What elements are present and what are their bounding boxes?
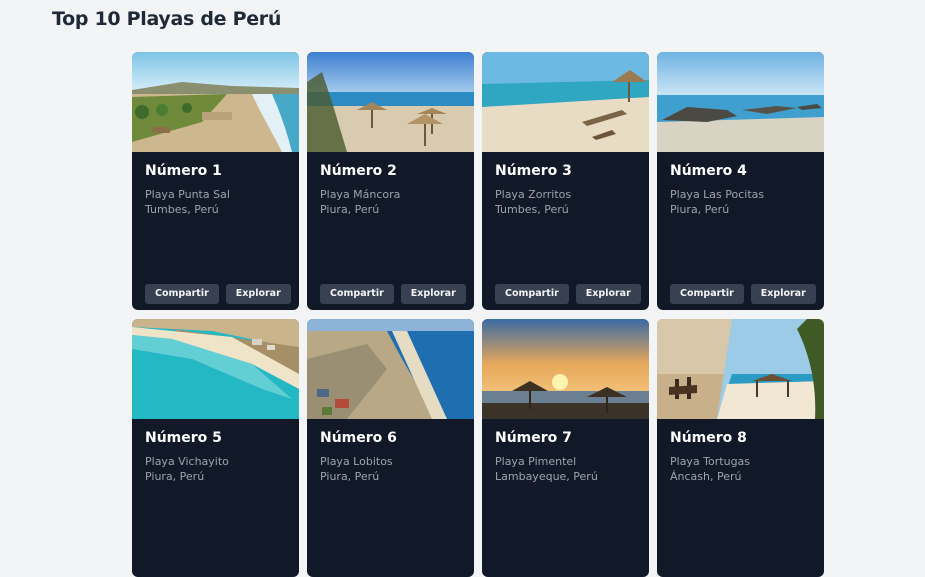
share-button[interactable]: Compartir bbox=[145, 284, 219, 304]
beach-location: Tumbes, Perú bbox=[145, 203, 219, 216]
beach-name: Playa Máncora bbox=[320, 188, 401, 201]
beach-photo bbox=[307, 319, 474, 419]
beach-location: Piura, Perú bbox=[670, 203, 730, 216]
card-actions: Compartir Explorar bbox=[670, 284, 816, 304]
beach-card: Número 5 Playa Vichayito Piura, Perú bbox=[132, 319, 299, 577]
beach-card: Número 8 Playa Tortugas Áncash, Perú bbox=[657, 319, 824, 577]
beach-photo bbox=[132, 319, 299, 419]
card-actions: Compartir Explorar bbox=[495, 284, 641, 304]
beach-name: Playa Tortugas bbox=[670, 455, 751, 468]
card-title: Número 8 bbox=[670, 430, 747, 446]
card-title: Número 4 bbox=[670, 163, 747, 179]
beach-location: Piura, Perú bbox=[320, 203, 380, 216]
beach-grid: Número 1 Playa Punta Sal Tumbes, Perú Co… bbox=[132, 52, 824, 577]
beach-name: Playa Punta Sal bbox=[145, 188, 230, 201]
beach-card: Número 7 Playa Pimentel Lambayeque, Perú bbox=[482, 319, 649, 577]
explore-button[interactable]: Explorar bbox=[400, 284, 466, 304]
card-title: Número 2 bbox=[320, 163, 397, 179]
explore-button[interactable]: Explorar bbox=[225, 284, 291, 304]
beach-photo bbox=[307, 52, 474, 152]
beach-card: Número 4 Playa Las Pocitas Piura, Perú C… bbox=[657, 52, 824, 310]
beach-location: Tumbes, Perú bbox=[495, 203, 569, 216]
explore-button[interactable]: Explorar bbox=[750, 284, 816, 304]
card-title: Número 1 bbox=[145, 163, 222, 179]
share-button[interactable]: Compartir bbox=[320, 284, 394, 304]
card-actions: Compartir Explorar bbox=[145, 284, 291, 304]
card-title: Número 7 bbox=[495, 430, 572, 446]
beach-card: Número 6 Playa Lobitos Piura, Perú bbox=[307, 319, 474, 577]
explore-button[interactable]: Explorar bbox=[575, 284, 641, 304]
card-actions: Compartir Explorar bbox=[320, 284, 466, 304]
beach-name: Playa Las Pocitas bbox=[670, 188, 765, 201]
card-title: Número 5 bbox=[145, 430, 222, 446]
beach-card: Número 2 Playa Máncora Piura, Perú Compa… bbox=[307, 52, 474, 310]
beach-name: Playa Pimentel bbox=[495, 455, 577, 468]
card-title: Número 3 bbox=[495, 163, 572, 179]
beach-name: Playa Lobitos bbox=[320, 455, 393, 468]
page-title: Top 10 Playas de Perú bbox=[52, 8, 282, 30]
beach-photo bbox=[132, 52, 299, 152]
beach-photo bbox=[657, 319, 824, 419]
share-button[interactable]: Compartir bbox=[670, 284, 744, 304]
beach-location: Piura, Perú bbox=[320, 470, 380, 483]
beach-card: Número 3 Playa Zorritos Tumbes, Perú Com… bbox=[482, 52, 649, 310]
beach-location: Lambayeque, Perú bbox=[495, 470, 598, 483]
share-button[interactable]: Compartir bbox=[495, 284, 569, 304]
beach-name: Playa Vichayito bbox=[145, 455, 229, 468]
beach-name: Playa Zorritos bbox=[495, 188, 572, 201]
beach-photo bbox=[482, 52, 649, 152]
card-title: Número 6 bbox=[320, 430, 397, 446]
beach-location: Piura, Perú bbox=[145, 470, 205, 483]
beach-photo bbox=[657, 52, 824, 152]
beach-location: Áncash, Perú bbox=[670, 470, 742, 483]
beach-card: Número 1 Playa Punta Sal Tumbes, Perú Co… bbox=[132, 52, 299, 310]
beach-photo bbox=[482, 319, 649, 419]
